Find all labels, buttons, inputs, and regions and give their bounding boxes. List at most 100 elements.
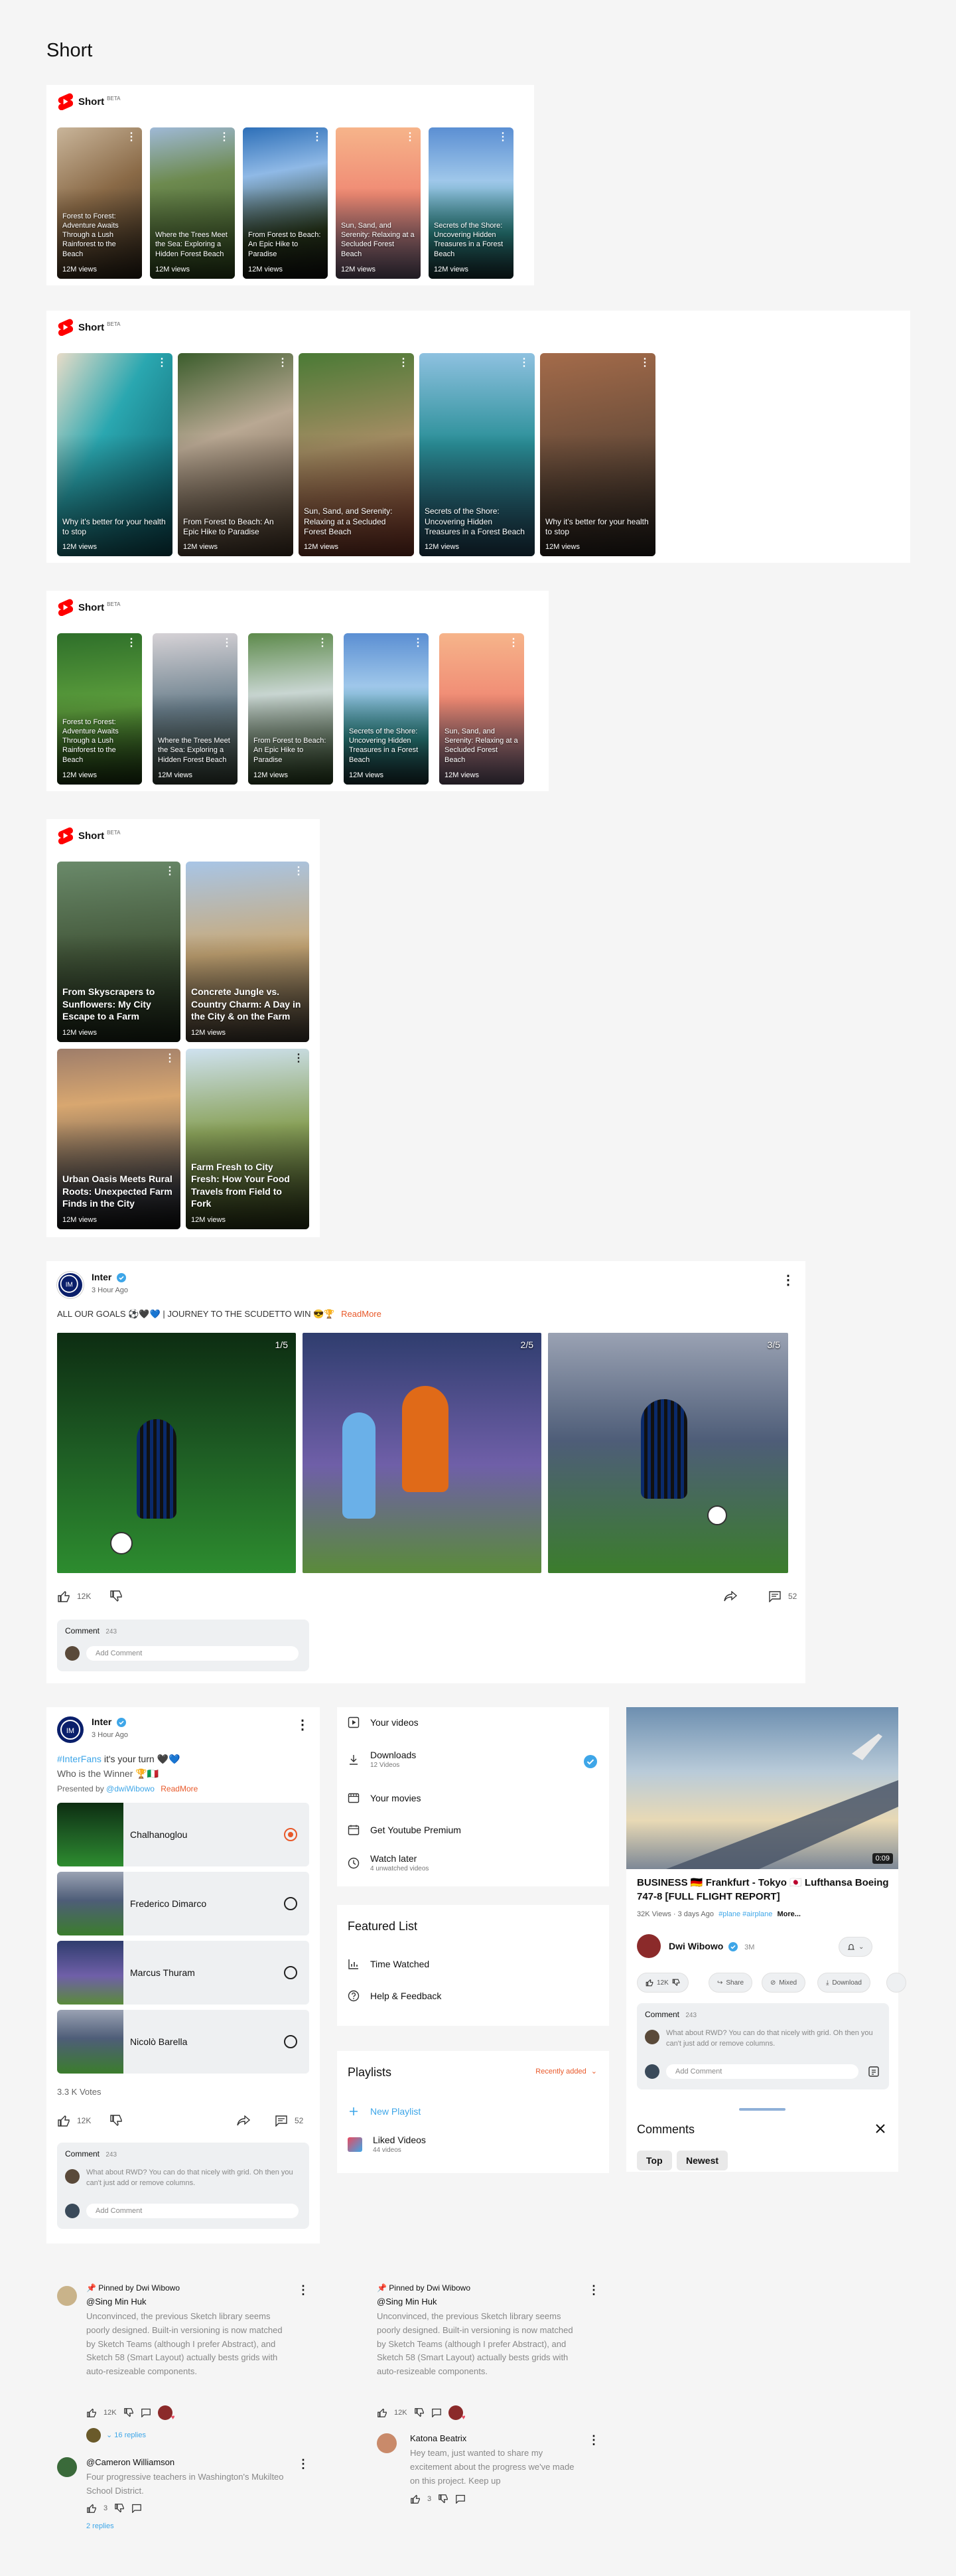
more-vert-icon[interactable]: ⋮: [640, 356, 650, 369]
add-comment-input[interactable]: Add Comment: [666, 2064, 858, 2079]
short-card[interactable]: ⋮ Concrete Jungle vs. Country Charm: A Da…: [186, 862, 309, 1042]
comment-preview[interactable]: Comment 243 What about RWD? You can do t…: [57, 2143, 309, 2229]
more-link[interactable]: More...: [777, 1910, 800, 1918]
more-vert-icon[interactable]: ⋮: [588, 2433, 600, 2447]
poll-option[interactable]: Frederico Dimarco: [57, 1872, 309, 1935]
poll-option[interactable]: Marcus Thuram: [57, 1941, 309, 2005]
more-vert-icon[interactable]: ⋮: [508, 636, 519, 649]
more-vert-icon[interactable]: ⋮: [126, 130, 137, 143]
thumb-up-icon[interactable]: [86, 2408, 97, 2417]
comment-preview[interactable]: Comment 243 What about RWD? You can do t…: [637, 2003, 889, 2089]
poll-option[interactable]: Chalhanoglou: [57, 1803, 309, 1866]
sheet-handle[interactable]: [739, 2108, 785, 2111]
radio-icon[interactable]: [284, 1966, 297, 1979]
radio-icon[interactable]: [284, 2035, 297, 2048]
thumb-up-icon[interactable]: [377, 2408, 387, 2417]
menu-your-videos[interactable]: Your videos: [348, 1716, 419, 1728]
close-icon[interactable]: [874, 2123, 886, 2135]
radio-selected-icon[interactable]: [284, 1828, 297, 1841]
thumb-down-icon[interactable]: [414, 2408, 425, 2417]
channel-avatar[interactable]: IM: [57, 1272, 84, 1298]
short-card[interactable]: ⋮ Forest to Forest: Adventure Awaits Thro…: [57, 127, 142, 279]
read-more-link[interactable]: ReadMore: [161, 1784, 198, 1793]
share-button[interactable]: ↪ Share: [709, 1973, 753, 1993]
more-vert-icon[interactable]: ⋮: [219, 130, 230, 143]
share-icon[interactable]: [723, 1591, 738, 1602]
channel-name[interactable]: Inter: [92, 1272, 127, 1283]
thumb-up-icon[interactable]: [57, 1590, 70, 1602]
thumb-down-icon[interactable]: [109, 2115, 123, 2127]
short-card[interactable]: ⋮ Farm Fresh to City Fresh: How Your Food…: [186, 1049, 309, 1229]
chip-top[interactable]: Top: [637, 2151, 672, 2170]
more-vert-icon[interactable]: ⋮: [398, 356, 409, 369]
menu-downloads[interactable]: Downloads 12 Videos: [348, 1750, 416, 1769]
radio-icon[interactable]: [284, 1897, 297, 1910]
short-card[interactable]: ⋮ From Skyscrapers to Sunflowers: My City…: [57, 862, 180, 1042]
more-vert-icon[interactable]: ⋮: [782, 1272, 795, 1288]
replies-link[interactable]: 2 replies: [86, 2522, 114, 2530]
comment-author[interactable]: Katona Beatrix: [410, 2433, 466, 2443]
short-card[interactable]: ⋮ Why it's better for your health to stop…: [540, 353, 655, 556]
more-vert-icon[interactable]: ⋮: [296, 1716, 309, 1733]
menu-help-feedback[interactable]: Help & Feedback: [348, 1990, 441, 2002]
thumb-up-icon[interactable]: [410, 2494, 421, 2504]
short-card[interactable]: ⋮ Secrets of the Shore: Uncovering Hidden…: [429, 127, 513, 279]
sticker-icon[interactable]: [868, 2066, 880, 2078]
download-button[interactable]: ⤓ Download: [817, 1973, 870, 1993]
more-vert-icon[interactable]: ⋮: [405, 130, 415, 143]
post-image[interactable]: 1/5: [57, 1333, 296, 1573]
post-image[interactable]: 3/5: [548, 1333, 788, 1573]
thumb-up-icon[interactable]: [86, 2504, 97, 2513]
thumb-down-icon[interactable]: [109, 1590, 123, 1602]
more-vert-icon[interactable]: ⋮: [126, 636, 137, 649]
poll-option[interactable]: Nicolò Barella: [57, 2010, 309, 2074]
more-vert-icon[interactable]: ⋮: [519, 356, 529, 369]
comment-preview[interactable]: Comment 243 Add Comment: [57, 1620, 309, 1671]
short-card[interactable]: ⋮ Sun, Sand, and Serenity: Relaxing at a …: [299, 353, 414, 556]
more-vert-icon[interactable]: ⋮: [222, 636, 232, 649]
post-image[interactable]: 2/5: [303, 1333, 541, 1573]
channel-avatar[interactable]: [637, 1934, 661, 1958]
menu-youtube-premium[interactable]: Get Youtube Premium: [348, 1824, 461, 1836]
short-card[interactable]: ⋮ Secrets of the Shore: Uncovering Hidden…: [344, 633, 429, 785]
more-vert-icon[interactable]: ⋮: [165, 864, 175, 877]
more-vert-icon[interactable]: ⋮: [297, 2457, 309, 2471]
more-vert-icon[interactable]: ⋮: [293, 1051, 304, 1065]
more-vert-icon[interactable]: ⋮: [312, 130, 322, 143]
thumb-down-icon[interactable]: [438, 2494, 448, 2504]
short-card[interactable]: ⋮ Why it's better for your health to stop…: [57, 353, 172, 556]
video-tags[interactable]: #plane #airplane: [718, 1910, 772, 1918]
comment-icon[interactable]: [275, 2115, 288, 2127]
more-vert-icon[interactable]: ⋮: [498, 130, 508, 143]
like-dislike-button[interactable]: 12K: [637, 1973, 689, 1993]
short-card[interactable]: ⋮ Where the Trees Meet the Sea: Exploring…: [150, 127, 235, 279]
mixed-button[interactable]: ⊘ Mixed: [762, 1973, 806, 1993]
more-vert-icon[interactable]: ⋮: [293, 864, 304, 877]
sort-dropdown[interactable]: Recently added ⌄: [535, 2067, 597, 2076]
more-vert-icon[interactable]: ⋮: [277, 356, 288, 369]
menu-time-watched[interactable]: Time Watched: [348, 1958, 429, 1970]
more-vert-icon[interactable]: ⋮: [165, 1051, 175, 1065]
more-vert-icon[interactable]: ⋮: [297, 2283, 309, 2297]
reply-icon[interactable]: [131, 2504, 142, 2513]
add-comment-input[interactable]: Add Comment: [86, 2204, 299, 2218]
reply-icon[interactable]: [141, 2408, 151, 2417]
playlist-liked-videos[interactable]: Liked Videos 44 videos: [348, 2135, 426, 2154]
comment-author[interactable]: @Sing Min Huk: [86, 2297, 147, 2307]
notification-bell-button[interactable]: ⌄: [839, 1937, 873, 1957]
more-vert-icon[interactable]: ⋮: [413, 636, 423, 649]
overflow-action-button[interactable]: [886, 1973, 906, 1993]
comment-author[interactable]: @Sing Min Huk: [377, 2297, 437, 2307]
more-vert-icon[interactable]: ⋮: [588, 2283, 600, 2297]
add-comment-input[interactable]: Add Comment: [86, 1646, 299, 1661]
channel-name[interactable]: Dwi Wibowo 3M: [669, 1941, 754, 1952]
menu-watch-later[interactable]: Watch later 4 unwatched videos: [348, 1853, 429, 1872]
comment-author[interactable]: @Cameron Williamson: [86, 2457, 174, 2467]
new-playlist-button[interactable]: New Playlist: [348, 2105, 421, 2117]
more-vert-icon[interactable]: ⋮: [317, 636, 328, 649]
read-more-link[interactable]: ReadMore: [341, 1309, 381, 1319]
short-card[interactable]: ⋮ From Forest to Beach: An Epic Hike to P…: [243, 127, 328, 279]
menu-your-movies[interactable]: Your movies: [348, 1792, 421, 1804]
channel-avatar[interactable]: IM: [57, 1716, 84, 1743]
short-card[interactable]: ⋮ Secrets of the Shore: Uncovering Hidden…: [419, 353, 535, 556]
